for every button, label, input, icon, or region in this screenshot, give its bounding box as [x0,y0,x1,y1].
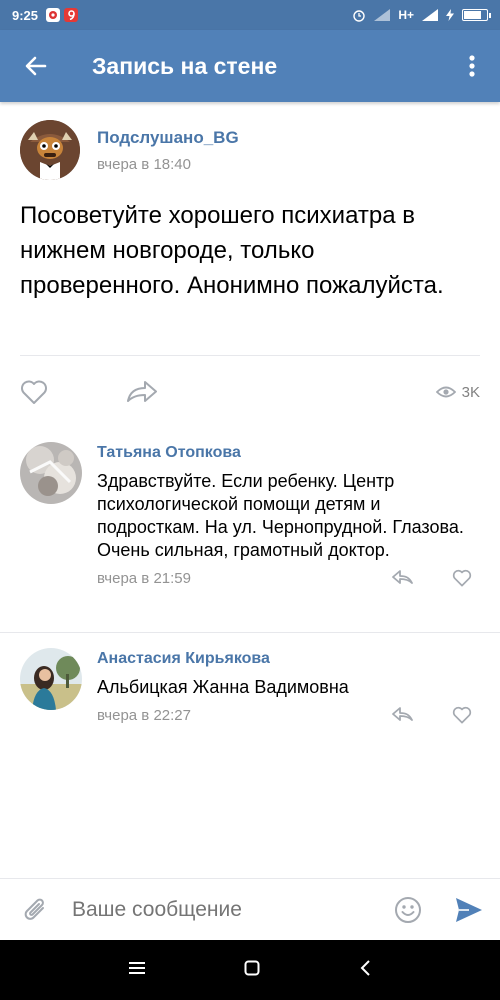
home-icon [244,960,260,975]
comment: Татьяна Отопкова Здравствуйте. Если ребе… [20,442,480,617]
signal-icon [374,9,391,21]
app-bar: Запись на стене [0,30,500,102]
reply-icon[interactable] [392,569,414,585]
views-count: 3K [461,383,480,401]
views-counter: 3K [435,383,480,401]
heart-icon [21,380,47,404]
author-avatar[interactable] [20,120,80,180]
comment-text: Альбицкая Жанна Вадимовна [97,677,349,697]
system-navigation-bar [0,940,500,1000]
comment: Анастасия Кирьякова Альбицкая Жанна Вади… [20,648,480,728]
page-title: Запись на стене [92,52,278,79]
share-button[interactable] [126,372,166,412]
more-options-button[interactable] [444,30,500,102]
comment-footer: вчера в 22:27 [97,703,480,727]
post-text: Посоветуйте хорошего психиатра в нижнем … [20,202,444,299]
attach-button[interactable] [0,896,72,924]
comment-text: Здравствуйте. Если ребенку. Центр психол… [97,471,464,560]
status-bar: 9:25 H+ [0,0,500,30]
system-back-button[interactable] [359,959,371,981]
app-notification-icon [64,8,79,22]
alarm-icon [353,10,366,22]
post-author[interactable]: Подслушано_BG [97,128,239,148]
share-icon [127,381,157,402]
comment-avatar[interactable] [20,648,82,710]
comment-author[interactable]: Татьяна Отопкова [97,442,480,466]
back-arrow-icon [25,56,47,76]
comment-avatar[interactable] [20,442,82,504]
divider [20,355,480,356]
post-time: вчера в 18:40 [97,155,191,173]
comment-actions [392,706,480,724]
divider [0,632,500,633]
comment-footer: вчера в 21:59 [97,566,480,590]
like-button[interactable] [20,372,60,412]
comment-time: вчера в 22:27 [97,706,191,724]
notification-icon [46,8,61,22]
screen: 9:25 H+ Запись на стене Подслушано_BG вч… [0,0,500,1000]
comment-body: Анастасия Кирьякова Альбицкая Жанна Вади… [97,648,480,727]
smile-icon [395,896,421,923]
message-composer [0,878,500,940]
battery-icon [462,9,491,21]
status-icons: H+ [352,8,491,22]
comment-author[interactable]: Анастасия Кирьякова [97,648,480,672]
paperclip-icon [24,898,44,920]
post-header: Подслушано_BG вчера в 18:40 [20,120,239,180]
heart-icon[interactable] [452,569,472,587]
comment-body: Татьяна Отопкова Здравствуйте. Если ребе… [97,442,480,590]
reply-icon[interactable] [392,706,414,722]
post-meta: Подслушано_BG вчера в 18:40 [97,128,239,173]
send-button[interactable] [438,897,500,923]
back-button[interactable] [0,30,72,102]
back-chevron-icon [360,959,370,976]
status-time: 9:25 [12,7,39,23]
signal-strength-icon [422,9,438,21]
network-type: H+ [398,8,414,22]
emoji-button[interactable] [378,896,438,924]
heart-icon[interactable] [452,706,472,724]
send-icon [456,897,482,922]
more-vertical-icon [469,55,475,77]
charging-icon [446,9,454,21]
recent-apps-button[interactable] [129,961,146,980]
comment-actions [392,569,480,587]
home-button[interactable] [244,960,260,981]
comment-time: вчера в 21:59 [97,569,191,587]
message-input[interactable] [72,897,378,922]
menu-icon [129,961,146,974]
eye-icon [435,386,456,398]
post-actions: 3K [20,372,480,412]
